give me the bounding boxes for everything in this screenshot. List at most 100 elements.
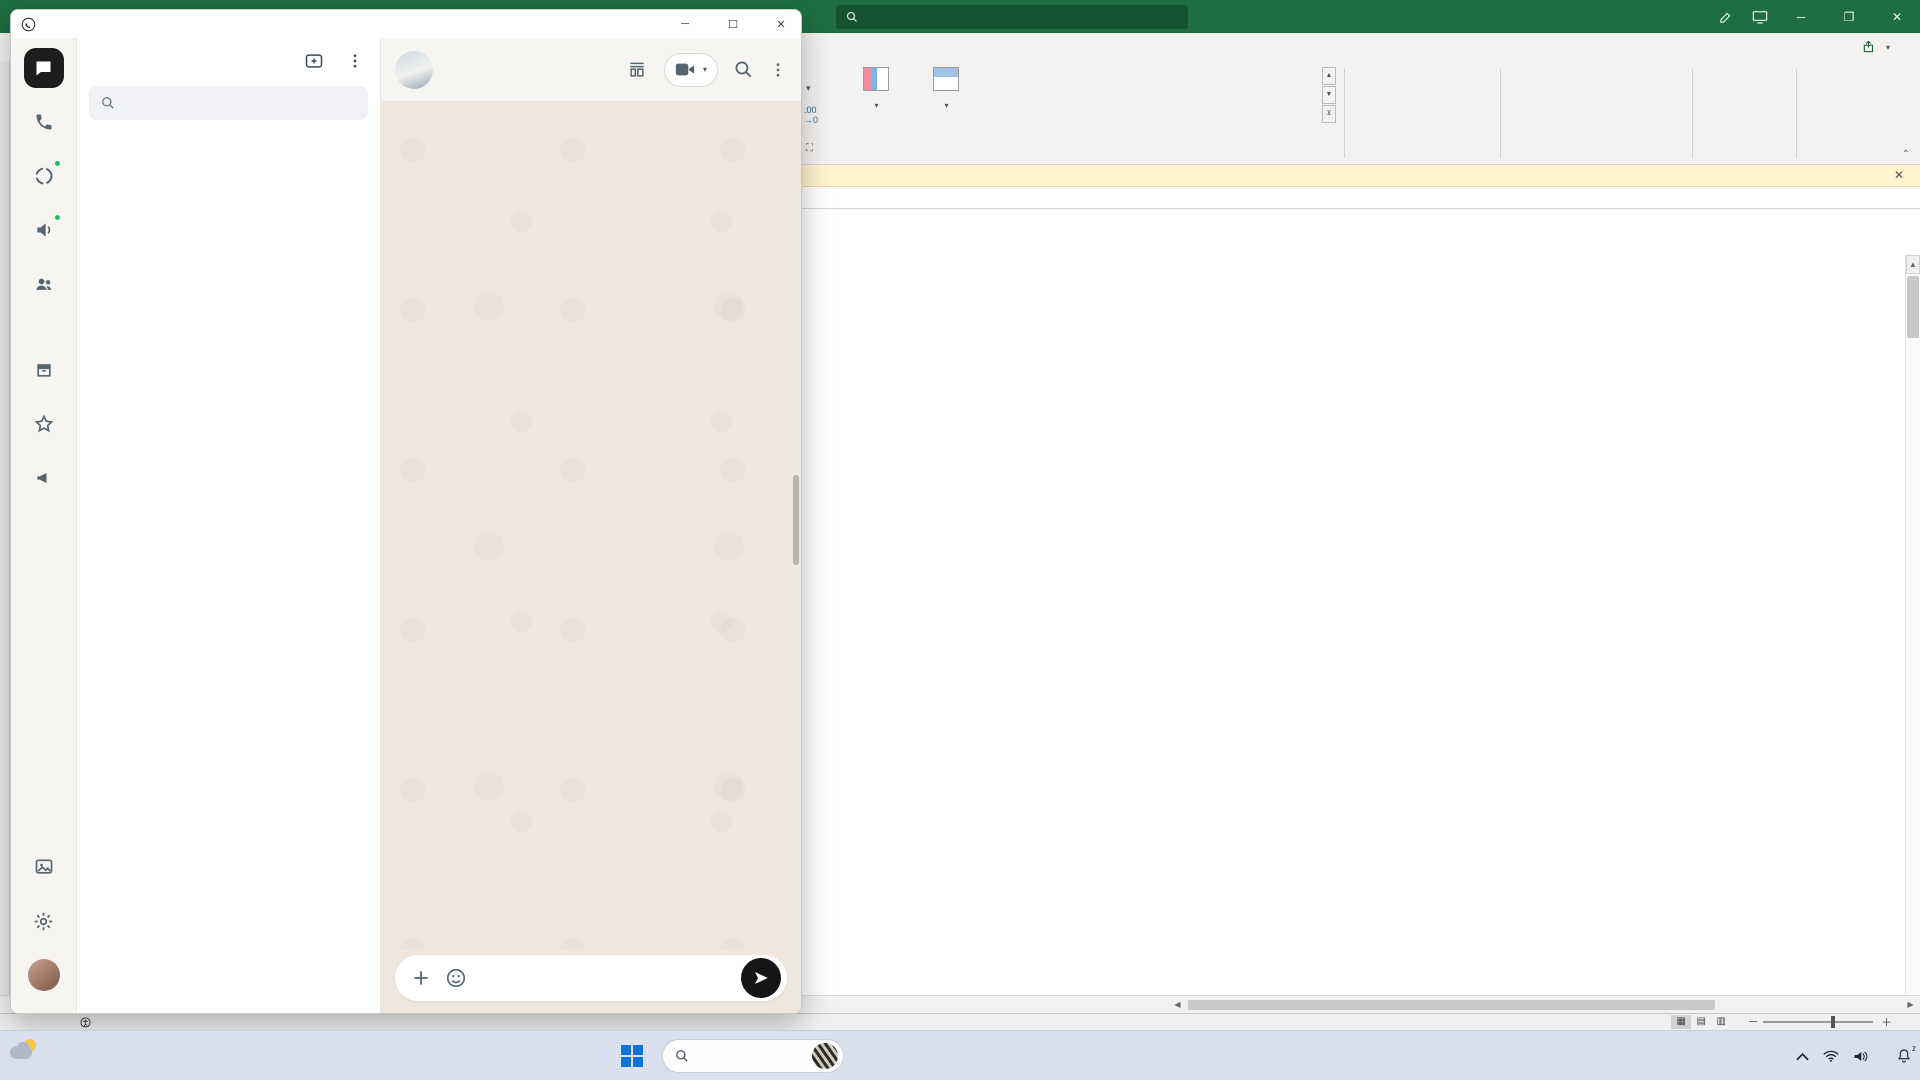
kebab-menu-icon <box>346 52 364 70</box>
status-icon <box>34 166 54 186</box>
emoji-icon[interactable] <box>445 967 467 989</box>
phone-icon <box>34 112 54 132</box>
format-as-table-icon <box>933 67 959 91</box>
conditional-formatting-button[interactable]: ▾ <box>846 67 907 113</box>
scroll-left-icon[interactable]: ◀ <box>1170 998 1185 1012</box>
search-icon <box>675 1049 689 1063</box>
chat-list <box>77 142 380 1013</box>
notification-close-icon[interactable]: ✕ <box>1894 168 1904 182</box>
send-icon <box>752 969 770 987</box>
row-header-sliver <box>0 61 10 1013</box>
communities-icon <box>33 274 55 294</box>
vertical-scroll-thumb[interactable] <box>1907 276 1919 338</box>
attach-plus-icon[interactable] <box>411 968 431 988</box>
pencil-icon[interactable] <box>1719 9 1734 24</box>
excel-minimize-button[interactable]: ─ <box>1786 10 1816 24</box>
chats-icon <box>33 58 54 79</box>
tab-nitro-pro[interactable] <box>812 33 844 61</box>
nav-channels-button[interactable] <box>24 210 64 250</box>
chevron-down-icon: ▾ <box>1886 43 1890 52</box>
status-accessibility[interactable] <box>80 1017 96 1028</box>
wifi-icon[interactable] <box>1823 1050 1839 1062</box>
taskbar-search[interactable] <box>662 1039 844 1073</box>
scroll-right-icon[interactable]: ▶ <box>1903 998 1918 1012</box>
maximize-button[interactable]: ☐ <box>713 10 753 38</box>
excel-search-box[interactable] <box>836 5 1188 29</box>
channels-notification-dot <box>54 214 61 221</box>
nav-gallery-button[interactable] <box>24 847 64 887</box>
weather-icon <box>10 1038 38 1064</box>
whatsapp-logo-icon <box>21 17 36 32</box>
decimal-icon[interactable]: .00→0 <box>804 105 818 125</box>
nav-chats-button[interactable] <box>24 48 64 88</box>
new-chat-button[interactable] <box>304 51 324 71</box>
whatsapp-window: ─ ☐ ✕ <box>10 9 802 1014</box>
conversation-scrollbar[interactable] <box>793 475 799 565</box>
chat-filters <box>77 128 380 142</box>
nav-calls-button[interactable] <box>24 102 64 142</box>
excel-close-button[interactable]: ✕ <box>1882 10 1912 24</box>
chat-layout-icon[interactable] <box>626 60 648 80</box>
conversation-header[interactable]: ▾ <box>381 38 801 102</box>
video-call-button[interactable]: ▾ <box>664 53 718 87</box>
vertical-scrollbar[interactable]: ▲ <box>1905 255 1920 995</box>
chat-menu-button[interactable] <box>346 52 364 70</box>
whatsapp-nav-rail <box>11 38 77 1013</box>
windows-logo-icon <box>621 1045 643 1067</box>
tray-chevron-icon[interactable] <box>1796 1052 1809 1061</box>
excel-restore-button[interactable]: ❐ <box>1834 10 1864 24</box>
zoom-out-icon[interactable]: ─ <box>1749 1016 1757 1028</box>
profile-avatar[interactable] <box>24 955 64 995</box>
gallery-icon <box>34 857 54 877</box>
nav-broadcast-button[interactable] <box>24 458 64 498</box>
search-in-chat-icon[interactable] <box>734 60 753 79</box>
close-button[interactable]: ✕ <box>761 10 801 38</box>
new-chat-icon <box>304 51 324 71</box>
page-break-view-icon[interactable]: ▥ <box>1711 1015 1731 1029</box>
share-button[interactable]: ▾ <box>1862 40 1890 54</box>
send-button[interactable] <box>741 958 781 998</box>
horizontal-scroll-thumb[interactable] <box>1188 1000 1715 1010</box>
share-icon <box>1862 40 1876 54</box>
message-list <box>381 102 801 949</box>
number-format-dropdown-clipped[interactable]: ▾ <box>806 83 811 94</box>
zoom-in-icon[interactable]: ＋ <box>1881 1014 1892 1030</box>
nav-communities-button[interactable] <box>24 264 64 304</box>
nav-archived-button[interactable] <box>24 350 64 390</box>
windows-taskbar: z <box>0 1030 1920 1080</box>
nav-starred-button[interactable] <box>24 404 64 444</box>
page-layout-view-icon[interactable]: ▤ <box>1691 1015 1711 1029</box>
start-button[interactable] <box>612 1036 652 1076</box>
minimize-button[interactable]: ─ <box>665 10 705 38</box>
zoom-slider[interactable] <box>1763 1021 1873 1023</box>
normal-view-icon[interactable]: ▦ <box>1671 1015 1691 1029</box>
collapse-ribbon-icon[interactable]: ⌃ <box>1902 149 1910 160</box>
scroll-up-icon[interactable]: ▲ <box>1906 255 1920 274</box>
accessibility-icon <box>80 1017 91 1028</box>
notification-bell-icon[interactable]: z <box>1896 1048 1912 1064</box>
contact-avatar[interactable] <box>395 51 433 89</box>
channels-icon <box>34 220 54 240</box>
dialog-launcher-icon[interactable]: ⛶ <box>806 143 813 154</box>
weather-widget[interactable] <box>10 1038 46 1064</box>
search-input[interactable] <box>89 86 368 120</box>
excel-status-bar: ▦ ▤ ▥ ─ ＋ <box>0 1013 1920 1030</box>
format-as-table-button[interactable]: ▾ <box>917 67 976 113</box>
conversation-panel: ▾ <box>381 38 801 1013</box>
volume-icon[interactable] <box>1853 1050 1868 1063</box>
archive-icon <box>34 360 54 380</box>
megaphone-icon <box>34 468 54 488</box>
star-icon <box>34 414 54 434</box>
kebab-menu-icon[interactable] <box>769 61 787 79</box>
zoom-slider-thumb[interactable] <box>1831 1016 1835 1028</box>
styles-gallery-scroll[interactable]: ▲ ▼ ⊻ <box>1322 67 1336 123</box>
nav-status-button[interactable] <box>24 156 64 196</box>
search-icon <box>846 11 858 23</box>
settings-button[interactable] <box>24 901 64 941</box>
display-icon[interactable] <box>1752 10 1768 24</box>
whatsapp-titlebar[interactable]: ─ ☐ ✕ <box>11 10 801 38</box>
composer <box>381 949 801 1013</box>
search-highlight-image[interactable] <box>812 1043 838 1069</box>
gear-icon <box>33 911 54 932</box>
tab-acrobat[interactable] <box>844 33 876 61</box>
